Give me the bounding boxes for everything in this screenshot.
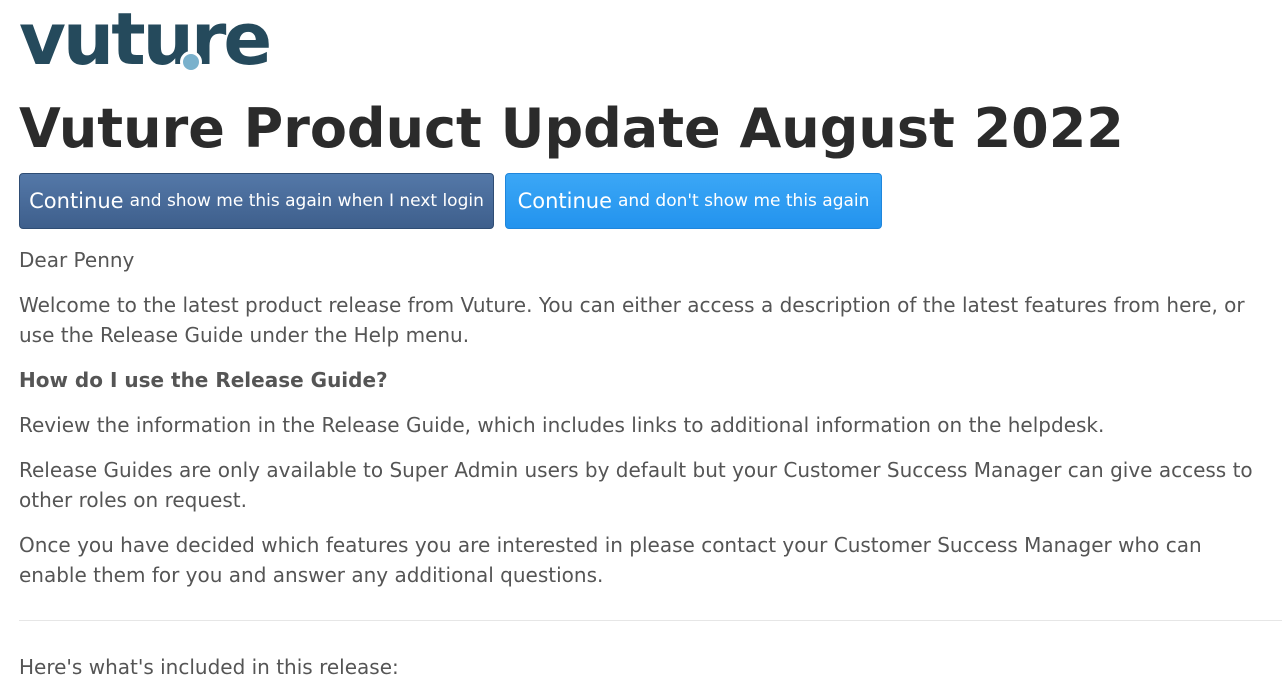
section-divider [19,620,1282,621]
button-primary-label: Continue [29,189,124,213]
welcome-text: Welcome to the latest product release fr… [19,293,1245,347]
continue-dont-show-button[interactable]: Continue and don't show me this again [505,173,882,229]
continue-show-again-button[interactable]: Continue and show me this again when I n… [19,173,494,229]
included-heading: Here's what's included in this release: [19,655,399,679]
greeting-text: Dear Penny [19,248,135,272]
availability-text: Release Guides are only available to Sup… [19,458,1253,512]
review-text: Review the information in the Release Gu… [19,413,1105,437]
vuture-logo: vuture [19,3,272,75]
button-primary-label: Continue [517,189,613,213]
contact-text: Once you have decided which features you… [19,533,1202,587]
page-title: Vuture Product Update August 2022 [19,97,1124,160]
button-secondary-label: and show me this again when I next login [129,191,484,211]
logo-dot-icon [180,51,202,73]
logo-wordmark: vuture [19,0,272,81]
release-guide-heading: How do I use the Release Guide? [19,368,388,392]
button-secondary-label: and don't show me this again [618,191,870,211]
